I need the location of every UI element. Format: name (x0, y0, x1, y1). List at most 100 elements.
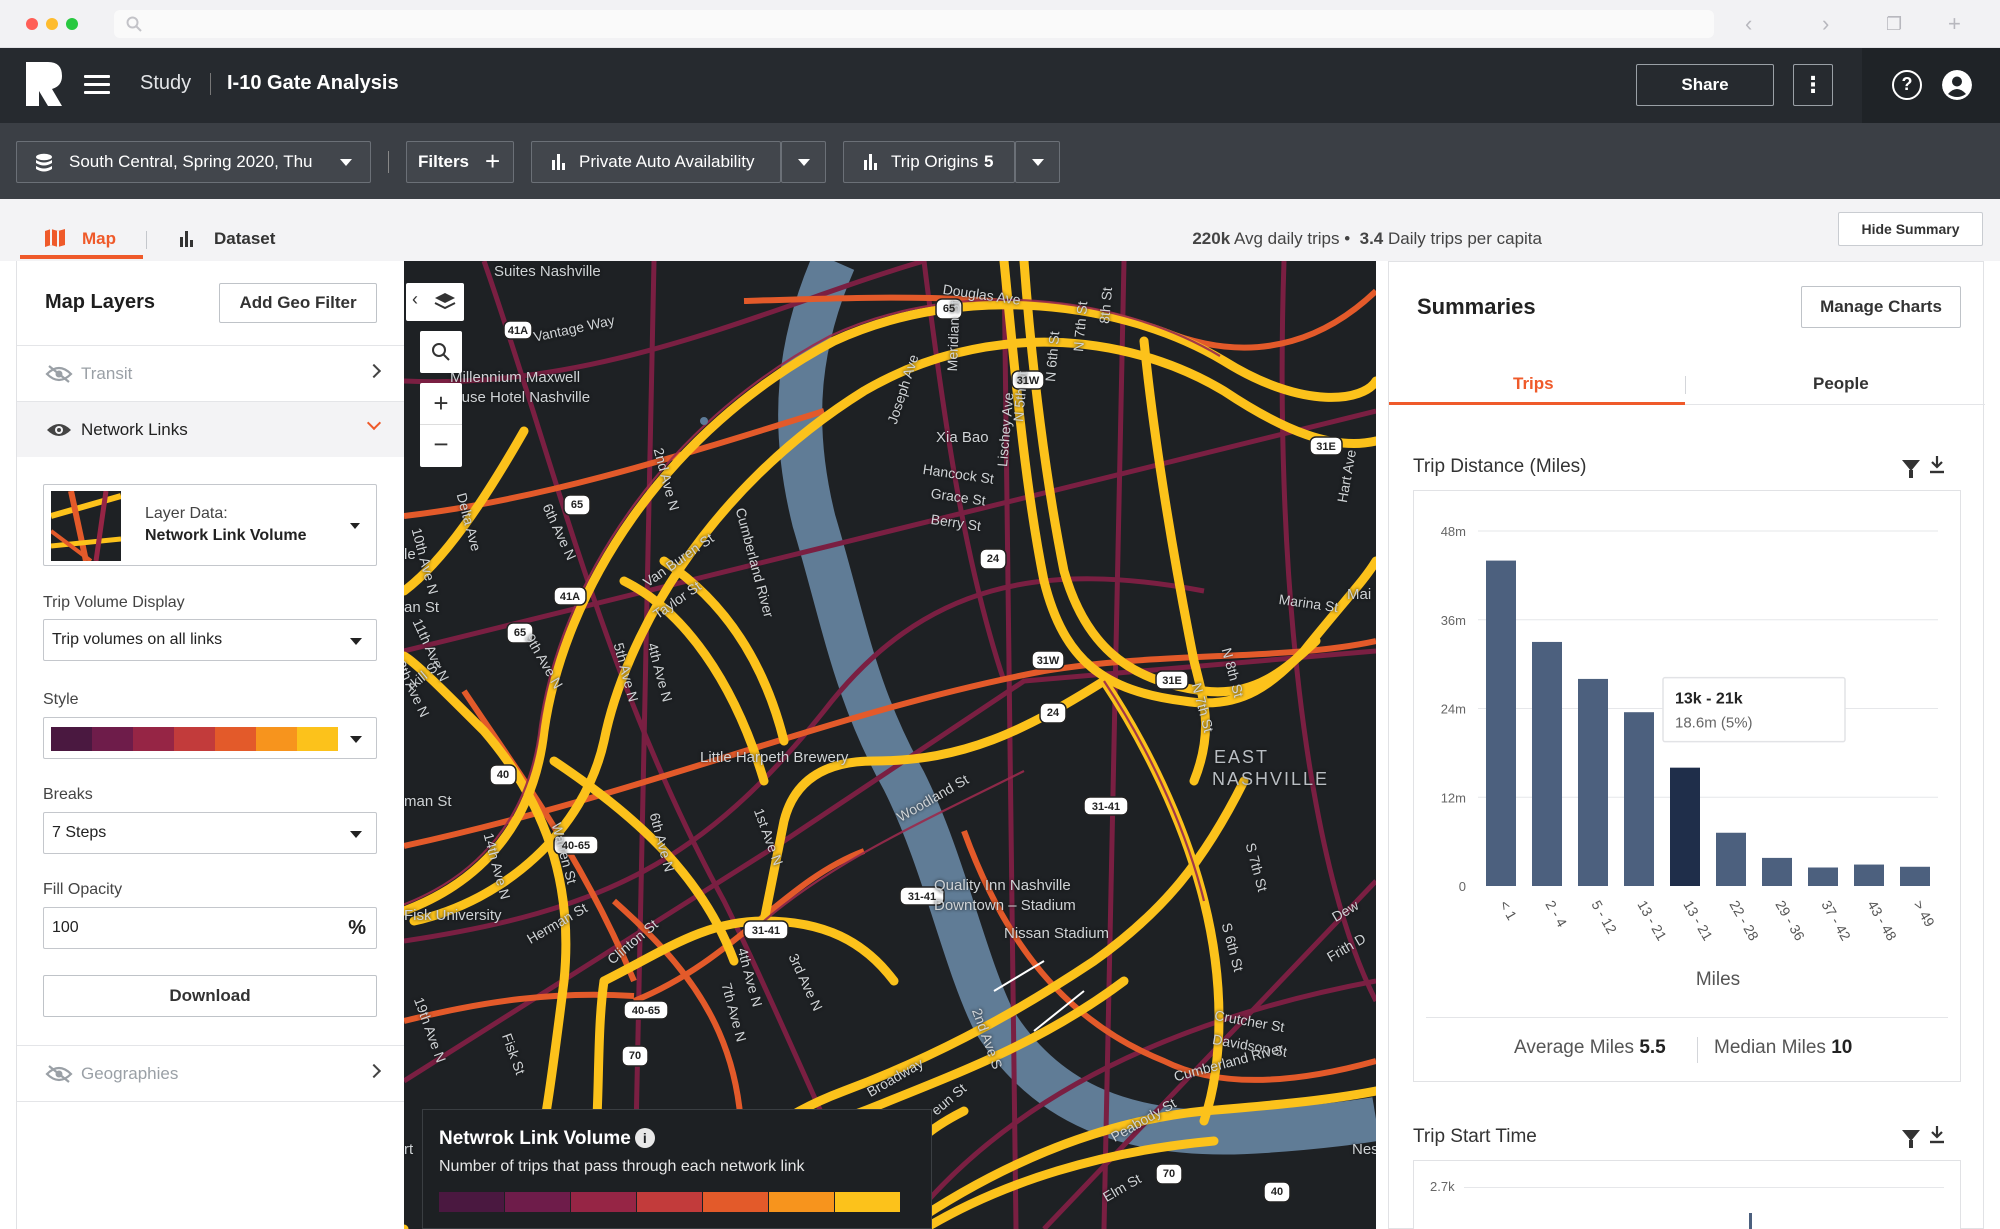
route-shield: 41A (559, 591, 581, 603)
logo[interactable] (26, 62, 64, 106)
ramp-swatch (571, 1192, 636, 1212)
y-tick-label: 48m (1441, 524, 1466, 539)
ramp-swatch (297, 727, 338, 751)
chart-bar (1578, 678, 1608, 886)
summaries-title: Summaries (1417, 294, 1536, 319)
layers-control[interactable]: ‹ (406, 283, 464, 321)
eye-off-icon (45, 1065, 73, 1083)
filters-button[interactable]: Filters + (406, 141, 514, 183)
hamburger-menu-icon[interactable] (84, 75, 110, 95)
layer-row-transit[interactable]: Transit (17, 345, 405, 401)
chart-bar (1532, 641, 1562, 886)
trip-origins-selector[interactable]: Trip Origins 5 (843, 141, 1015, 183)
trip-volume-display-select[interactable]: Trip volumes on all links (43, 619, 377, 661)
map-canvas[interactable]: Suites Nashville Douglas Ave Vantage Way Mi… (404, 261, 1376, 1229)
breaks-select[interactable]: 7 Steps (43, 812, 377, 854)
chart-bar (1854, 864, 1884, 886)
tab-people[interactable]: People (1813, 374, 1869, 394)
trip-origins-count: 5 (984, 152, 994, 171)
route-shield: 65 (942, 303, 956, 315)
toolbar-separator (388, 151, 389, 173)
route-shield: 40-65 (561, 840, 591, 852)
manage-charts-button[interactable]: Manage Charts (1801, 286, 1961, 328)
chart-bar (1716, 832, 1746, 886)
metric-dropdown-button[interactable] (781, 141, 826, 183)
map-place-label: Fisk University (404, 907, 502, 924)
map-layers-panel: Map Layers Add Geo Filter Transit Networ… (16, 261, 405, 1229)
layer-row-geographies[interactable]: Geographies (17, 1045, 405, 1101)
window-close-dot[interactable] (26, 18, 38, 30)
style-select[interactable] (43, 717, 377, 759)
download-button[interactable]: Download (43, 975, 377, 1017)
user-avatar-icon[interactable] (1942, 70, 1972, 100)
back-icon[interactable]: ‹ (1745, 12, 1752, 36)
map-place-label: an St (404, 599, 440, 616)
x-tick-label: > 49 (1910, 898, 1938, 930)
tab-separator (1685, 376, 1686, 394)
forward-icon[interactable]: › (1822, 12, 1829, 36)
filter-icon[interactable] (1902, 460, 1920, 478)
tabs-icon[interactable]: ❐ (1886, 12, 1902, 36)
summaries-panel: Summaries Manage Charts Trips People Tri… (1388, 261, 1985, 1229)
avg-daily-trips-value: 220k (1192, 229, 1231, 248)
window-zoom-dot[interactable] (66, 18, 78, 30)
route-shield: 31-41 (751, 925, 781, 937)
ramp-swatch (215, 727, 256, 751)
ramp-swatch (703, 1192, 768, 1212)
breadcrumb-study[interactable]: Study (140, 72, 191, 95)
y-tick-label: 12m (1441, 790, 1466, 805)
layer-row-network-links[interactable]: Network Links (17, 401, 405, 457)
ramp-swatch (92, 727, 133, 751)
hide-summary-button[interactable]: Hide Summary (1838, 212, 1983, 246)
route-shield: 65 (513, 627, 527, 639)
chart-bar (1670, 767, 1700, 886)
address-bar[interactable] (114, 10, 1714, 38)
header-utility-area: ? (1862, 48, 2000, 123)
x-tick-label: 37 - 42 (1818, 898, 1854, 944)
map-place-label: Millennium Maxwell (450, 369, 581, 386)
layer-data-value: Network Link Volume (145, 527, 307, 544)
y-tick-label: 0 (1459, 879, 1466, 894)
share-button[interactable]: Share (1636, 64, 1774, 106)
add-geo-filter-button[interactable]: Add Geo Filter (219, 283, 377, 323)
chevron-down-icon (1032, 159, 1044, 166)
median-miles-value: 10 (1831, 1037, 1853, 1058)
ramp-swatch (835, 1192, 900, 1212)
metric-selector[interactable]: Private Auto Availability (531, 141, 781, 183)
breaks-value: 7 Steps (52, 824, 107, 841)
avg-daily-trips-label: Avg daily trips • (1233, 229, 1351, 248)
ramp-swatch (256, 727, 297, 751)
tab-separator (146, 231, 147, 249)
fill-opacity-input[interactable]: 100 % (43, 907, 377, 949)
layer-data-caption: Layer Data: (145, 505, 228, 522)
dataset-selector[interactable]: South Central, Spring 2020, Thu (16, 141, 371, 183)
filter-icon[interactable] (1902, 1130, 1920, 1148)
breadcrumb-separator (210, 73, 211, 95)
tab-map-underline (20, 255, 143, 259)
chevron-down-icon (350, 736, 362, 743)
new-tab-icon[interactable]: + (1948, 12, 1961, 36)
search-icon (432, 343, 450, 361)
download-icon[interactable] (1929, 456, 1945, 474)
layer-data-selector[interactable]: Layer Data: Network Link Volume (43, 484, 377, 566)
zoom-out-icon[interactable]: − (420, 425, 462, 467)
map-place-label: le (404, 546, 416, 563)
tab-dataset-label: Dataset (214, 229, 276, 248)
info-icon[interactable]: i (634, 1128, 655, 1148)
tab-trips[interactable]: Trips (1513, 374, 1554, 394)
kebab-menu-icon[interactable]: ⋮ (1793, 64, 1833, 106)
eye-icon (47, 424, 71, 436)
ramp-swatch (769, 1192, 834, 1212)
zoom-in-icon[interactable]: + (420, 383, 462, 425)
layers-icon[interactable] (434, 292, 456, 312)
collapse-chevron-icon[interactable]: ‹ (412, 289, 418, 310)
average-miles-stat: Average Miles 5.5 (1514, 1037, 1666, 1059)
download-icon[interactable] (1929, 1126, 1945, 1144)
x-tick-label: 5 - 12 (1588, 898, 1620, 937)
chevron-down-icon (366, 415, 382, 431)
map-search-button[interactable] (420, 331, 462, 373)
help-icon[interactable]: ? (1892, 70, 1922, 100)
trip-origins-dropdown-button[interactable] (1015, 141, 1060, 183)
window-minimize-dot[interactable] (46, 18, 58, 30)
chevron-right-icon (366, 363, 382, 379)
